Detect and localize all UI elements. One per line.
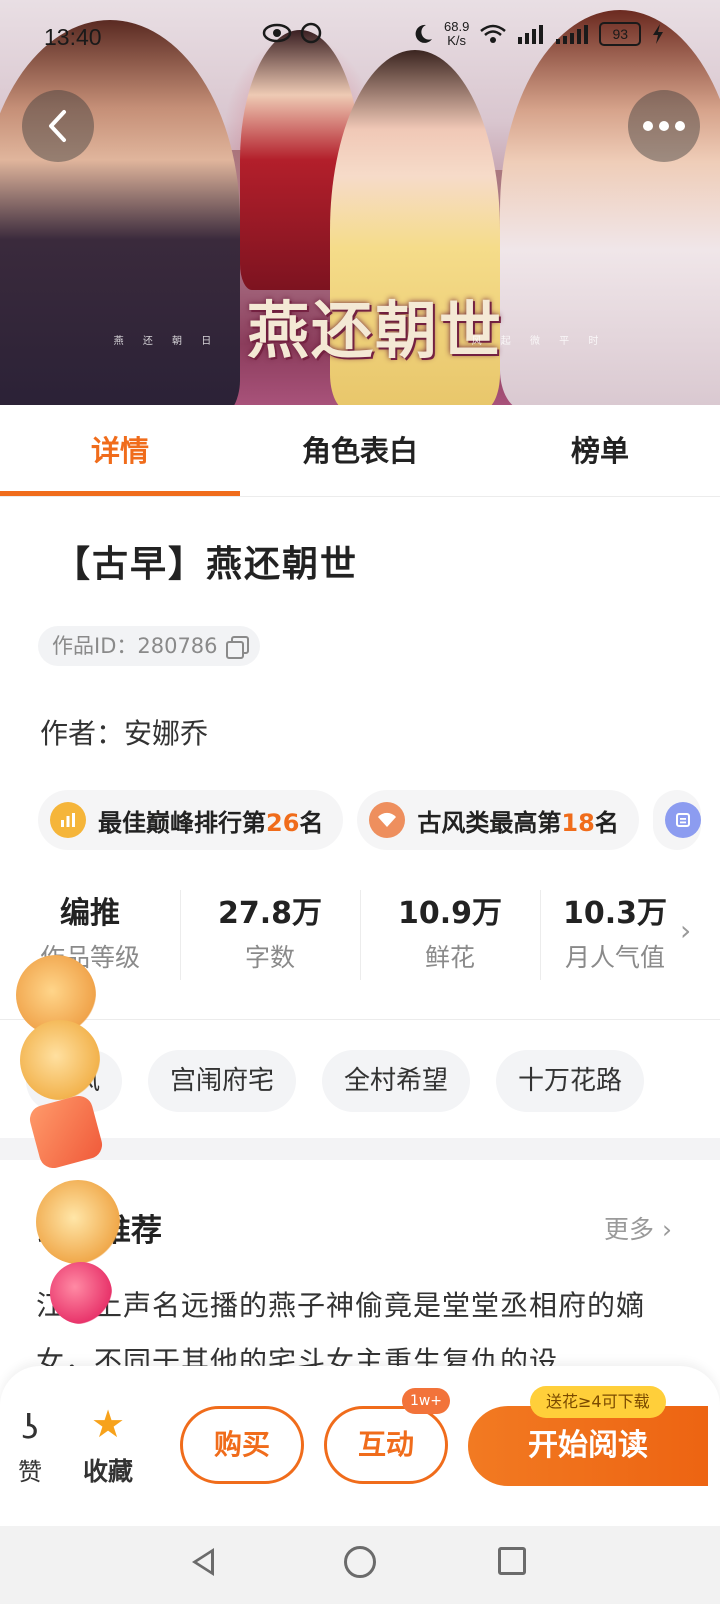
section-divider (0, 1138, 720, 1160)
cover-title: 燕还朝世 (246, 294, 503, 367)
tag-item[interactable]: 十万花路 (496, 1050, 645, 1112)
tab-details[interactable]: 详情 (0, 405, 240, 496)
signal-icon-2 (556, 25, 589, 44)
eye-icon (262, 23, 292, 43)
work-stats[interactable]: 编推 作品等级 27.8万 字数 10.9万 鲜花 10.3万 月人气值 › (0, 880, 720, 1020)
start-reading-button[interactable]: 开始阅读 (468, 1406, 708, 1486)
buy-button[interactable]: 购买 (180, 1406, 304, 1484)
author-name[interactable]: 作者：安娜乔 (40, 712, 208, 752)
back-button[interactable] (22, 90, 94, 162)
status-time: 13:40 (44, 24, 102, 50)
nav-back-icon[interactable] (192, 1548, 214, 1576)
network-speed: 68.9 K/s (444, 19, 470, 48)
tab-character-confession[interactable]: 角色表白 (240, 405, 480, 496)
charging-icon (653, 24, 664, 44)
tag-item[interactable]: 宫闱府宅 (148, 1050, 297, 1112)
wifi-icon (480, 24, 507, 43)
stat-level: 编推 作品等级 (39, 896, 140, 972)
stat-flowers: 10.9万 鲜花 (397, 896, 503, 972)
cover-subtitle: 燕 还 朝 日 风 起 微 平 时 (113, 336, 607, 347)
more-dots-icon (643, 121, 685, 131)
fan-icon (369, 802, 406, 838)
chevron-right-icon[interactable]: › (680, 914, 691, 947)
bar-chart-icon (50, 802, 86, 838)
ranking-chip-peak[interactable]: 最佳巅峰排行第26名 (38, 790, 344, 850)
tag-list: 古风 宫闱府宅 全村希望 十万花路 (26, 1050, 645, 1112)
nav-recents-icon[interactable] (498, 1547, 526, 1575)
chevron-left-icon (49, 110, 66, 142)
list-icon (664, 802, 701, 838)
status-bar: 13:40 68.9 K/s 93 (0, 18, 720, 58)
nav-home-icon[interactable] (344, 1546, 376, 1578)
editor-recommend-more-link[interactable]: 更多 › (604, 1210, 672, 1246)
thumb-up-icon: ʖ (21, 1408, 39, 1448)
signal-icon (518, 25, 544, 44)
detail-tabs: 详情 角色表白 榜单 (0, 405, 720, 497)
bottom-action-bar: ʖ 赞 ★ 收藏 购买 互动 1w+ 开始阅读 送花≥4可下载 (0, 1366, 720, 1526)
cover-figure-left (0, 20, 240, 405)
gift-download-badge: 送花≥4可下载 (530, 1386, 666, 1418)
ranking-chip-genre[interactable]: 古风类最高第18名 (357, 790, 639, 850)
cat-sticker[interactable] (36, 1180, 120, 1264)
battery-indicator: 93 (599, 22, 642, 46)
favorite-button[interactable]: ★ 收藏 (78, 1402, 138, 1488)
tag-item[interactable]: 全村希望 (322, 1050, 471, 1112)
star-icon: ★ (90, 1402, 126, 1446)
work-id-chip[interactable]: 作品ID：280786 (38, 626, 260, 666)
tab-rankings[interactable]: 榜单 (480, 405, 720, 496)
interact-button[interactable]: 互动 (324, 1406, 448, 1484)
more-options-button[interactable] (628, 90, 700, 162)
notification-icon (300, 22, 322, 44)
stat-monthly-popularity: 10.3万 月人气值 (562, 896, 668, 972)
ranking-chips: 最佳巅峰排行第26名 古风类最高第18名 (38, 790, 701, 850)
like-button[interactable]: ʖ 赞 (12, 1408, 48, 1487)
work-id-text: 作品ID：280786 (52, 634, 218, 658)
stat-word-count: 27.8万 字数 (217, 896, 323, 972)
book-title: 【古早】燕还朝世 (54, 544, 359, 585)
moon-icon (415, 24, 432, 43)
copy-icon[interactable] (225, 636, 249, 659)
heart-sticker[interactable] (50, 1262, 112, 1324)
interact-count-badge: 1w+ (402, 1388, 450, 1414)
cat-sticker[interactable] (20, 1020, 100, 1100)
system-nav-bar (0, 1526, 720, 1604)
cover-banner: 燕还朝世 燕 还 朝 日 风 起 微 平 时 13:40 68.9 K/s 93 (0, 0, 720, 405)
ranking-chip-more[interactable] (652, 790, 701, 850)
